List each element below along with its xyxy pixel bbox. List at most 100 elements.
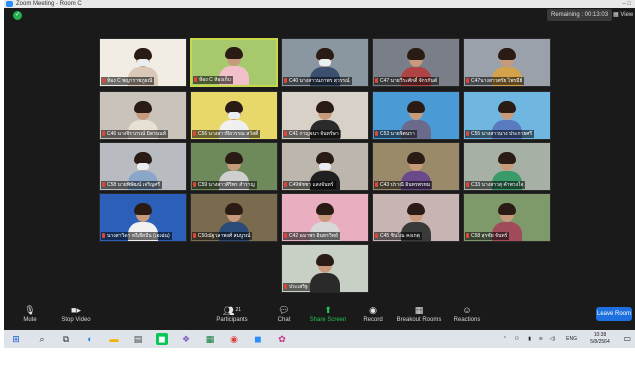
participant-tile[interactable]: C40 นางสาวนภาพร สุวรรณ์ bbox=[281, 38, 369, 87]
participant-name: C45 ชินโณ คงเกตุ bbox=[380, 233, 420, 239]
participant-tile[interactable]: ห้อง C พญาราชภูธณี bbox=[99, 38, 187, 87]
participant-hair bbox=[134, 101, 152, 113]
participant-tile[interactable]: C45 ชินโณ คงเกตุ bbox=[372, 193, 460, 242]
network-icon[interactable]: ▮ bbox=[528, 330, 531, 348]
participant-hair bbox=[498, 48, 516, 60]
participant-tile[interactable]: C42 ฉมาพร อินทรวิทย์ bbox=[281, 193, 369, 242]
task-view-icon[interactable]: ⧉ bbox=[60, 333, 72, 345]
participant-tile[interactable]: C58 นายพิพัฒน์ เจริญศรี bbox=[99, 142, 187, 191]
participant-tile[interactable]: ประเสริฐ bbox=[281, 244, 369, 293]
stop-video-label: Stop Video bbox=[61, 317, 91, 323]
participant-hair bbox=[225, 47, 243, 59]
chat-button[interactable]: 💬︎ Chat bbox=[270, 302, 298, 330]
participant-tile[interactable]: C53 นายจิตนรา bbox=[372, 91, 460, 140]
participant-name-label: C40 นางสาวนภาพร สุวรรณ์ bbox=[283, 77, 352, 85]
participant-tile[interactable]: C41 กาญจนา จันทร์ษา bbox=[281, 91, 369, 140]
window-controls[interactable]: – □ bbox=[622, 0, 631, 8]
participant-name: C50ณัฐวลาพงศ์ สมบูรณ์ bbox=[198, 233, 251, 239]
participant-tile[interactable]: C43 ปราณี อินทรพรหม bbox=[372, 142, 460, 191]
participant-hair bbox=[225, 203, 243, 215]
language-indicator[interactable]: ENG bbox=[566, 330, 577, 348]
security-shield-icon[interactable]: ✓ bbox=[13, 11, 22, 20]
muted-mic-icon bbox=[102, 233, 105, 238]
muted-mic-icon bbox=[193, 233, 196, 238]
participant-name: C58 สุรชัย จันทร์ bbox=[471, 233, 508, 239]
participant-tile[interactable]: ห้อง C ห้องเก็บ bbox=[190, 38, 278, 87]
zoom-logo-icon bbox=[6, 1, 13, 7]
meeting-toolbar: 🎙︎ Mute ■▸ Stop Video 👥︎21 Participants … bbox=[4, 302, 635, 330]
windows-start-icon[interactable]: ⊞ bbox=[10, 333, 22, 345]
edge-browser-icon[interactable]: ◐ bbox=[84, 333, 96, 345]
participant-tile[interactable]: C56 นางสาวปิยวรรณ สวัสดิ์ bbox=[190, 91, 278, 140]
app-icon-2[interactable]: ✿ bbox=[276, 333, 288, 345]
wifi-icon[interactable]: ≋ bbox=[539, 330, 543, 348]
breakout-rooms-label: Breakout Rooms bbox=[396, 317, 442, 323]
excel-icon[interactable]: ▦ bbox=[204, 333, 216, 345]
muted-mic-icon bbox=[102, 131, 105, 136]
stop-video-button[interactable]: ■▸ Stop Video bbox=[56, 302, 96, 330]
participant-name-label: C55 นางสาวนาง ประกายศรี bbox=[465, 130, 535, 138]
participant-name: ประเสริฐ bbox=[289, 284, 308, 290]
app-icon[interactable]: ❖ bbox=[180, 333, 192, 345]
participant-name: C42 ฉมาพร อินทรวิทย์ bbox=[289, 233, 338, 239]
muted-mic-icon bbox=[284, 131, 287, 136]
leave-room-button[interactable]: Leave Room bbox=[596, 307, 632, 321]
gallery-grid: ห้อง C พญาราชภูธณี ห้อง C ห้องเก็บ C40 นาง… bbox=[99, 38, 554, 298]
participant-name: C47นางสาวศรัย ไพรมีย์ bbox=[471, 78, 523, 84]
participant-tile[interactable]: C47นางสาวศรัย ไพรมีย์ bbox=[463, 38, 551, 87]
participant-name-label: นางสาวิดา หงีเยียปัน (เอเฉ่น) bbox=[101, 232, 172, 240]
participant-name: C59 นางสาวศิริพร สำราญ bbox=[198, 182, 255, 188]
volume-icon[interactable]: ◁) bbox=[549, 330, 555, 348]
reactions-button[interactable]: ☺ Reactions bbox=[450, 302, 484, 330]
participant-name: C46 นางจิราภรณ์ มิตรนนท์ bbox=[107, 131, 167, 137]
participant-name-label: C56 นางสาวปิยวรรณ สวัสดิ์ bbox=[192, 130, 261, 138]
chrome-icon[interactable]: ◉ bbox=[228, 333, 240, 345]
participant-tile[interactable]: C59 นางสาวศิริพร สำราญ bbox=[190, 142, 278, 191]
share-screen-icon: ⬆ bbox=[324, 305, 332, 315]
participant-name-label: ห้อง C พญาราชภูธณี bbox=[101, 77, 155, 85]
participants-button[interactable]: 👥︎21 Participants bbox=[210, 302, 254, 330]
face-mask bbox=[319, 163, 331, 170]
search-icon[interactable]: ⌕ bbox=[36, 333, 48, 345]
reactions-label: Reactions bbox=[453, 317, 481, 323]
file-explorer-icon[interactable]: ▬ bbox=[108, 333, 120, 345]
record-label: Record bbox=[363, 317, 383, 323]
participant-name-label: C45 ชินโณ คงเกตุ bbox=[374, 232, 422, 240]
notification-icon[interactable]: ▭ bbox=[623, 330, 631, 348]
muted-mic-icon bbox=[193, 131, 196, 136]
participant-tile[interactable]: C33 นางสาวสุ คำพวงใจ bbox=[463, 142, 551, 191]
share-screen-button[interactable]: ⬆ Share Screen bbox=[308, 302, 348, 330]
participant-video bbox=[310, 252, 340, 292]
participant-tile[interactable]: C58 สุรชัย จันทร์ bbox=[463, 193, 551, 242]
zoom-app-icon[interactable]: ◼ bbox=[252, 333, 264, 345]
view-button[interactable]: ▦ View bbox=[613, 9, 633, 21]
participant-tile[interactable]: C55 นางสาวนาง ประกายศรี bbox=[463, 91, 551, 140]
participant-hair bbox=[498, 101, 516, 113]
mute-button[interactable]: 🎙︎ Mute bbox=[18, 302, 42, 330]
participant-tile[interactable]: C46 นางจิราภรณ์ มิตรนนท์ bbox=[99, 91, 187, 140]
muted-mic-icon bbox=[466, 78, 469, 83]
participant-tile[interactable]: C49พัชชา แสงจันทร์ bbox=[281, 142, 369, 191]
breakout-rooms-button[interactable]: ▦ Breakout Rooms bbox=[394, 302, 444, 330]
taskbar-clock[interactable]: 10:38 5/8/2564 bbox=[587, 332, 613, 346]
participant-name: ห้อง C ห้องเก็บ bbox=[199, 77, 231, 83]
tray-overflow-icon[interactable]: ⌃ bbox=[503, 330, 507, 348]
muted-mic-icon bbox=[466, 233, 469, 238]
participant-name-label: C43 ปราณี อินทรพรหม bbox=[374, 181, 433, 189]
remaining-timer: Remaining : 00:13:03 bbox=[547, 9, 613, 21]
line-app-icon[interactable]: ◼ bbox=[156, 333, 168, 345]
window-title: Zoom Meeting - Room C bbox=[16, 1, 82, 7]
face-mask bbox=[319, 59, 331, 66]
record-button[interactable]: ◉ Record bbox=[358, 302, 388, 330]
view-label: View bbox=[620, 12, 634, 18]
calculator-icon[interactable]: ▤ bbox=[132, 333, 144, 345]
face-mask bbox=[137, 163, 149, 170]
participant-hair bbox=[225, 152, 243, 164]
participant-tile[interactable]: นางสาวิดา หงีเยียปัน (เอเฉ่น) bbox=[99, 193, 187, 242]
participant-name-label: C50ณัฐวลาพงศ์ สมบูรณ์ bbox=[192, 232, 253, 240]
windows-taskbar: ⊞ ⌕ ⧉ ◐ ▬ ▤ ◼ ❖ ▦ ◉ ◼ ✿ ⌃ ⚇ ▮ ≋ ◁) ENG 1… bbox=[4, 330, 635, 348]
muted-mic-icon bbox=[284, 78, 287, 83]
participant-tile[interactable]: C47 นายวีระศักดิ์ จักรกันต์ bbox=[372, 38, 460, 87]
participant-tile[interactable]: C50ณัฐวลาพงศ์ สมบูรณ์ bbox=[190, 193, 278, 242]
people-icon[interactable]: ⚇ bbox=[515, 330, 519, 348]
